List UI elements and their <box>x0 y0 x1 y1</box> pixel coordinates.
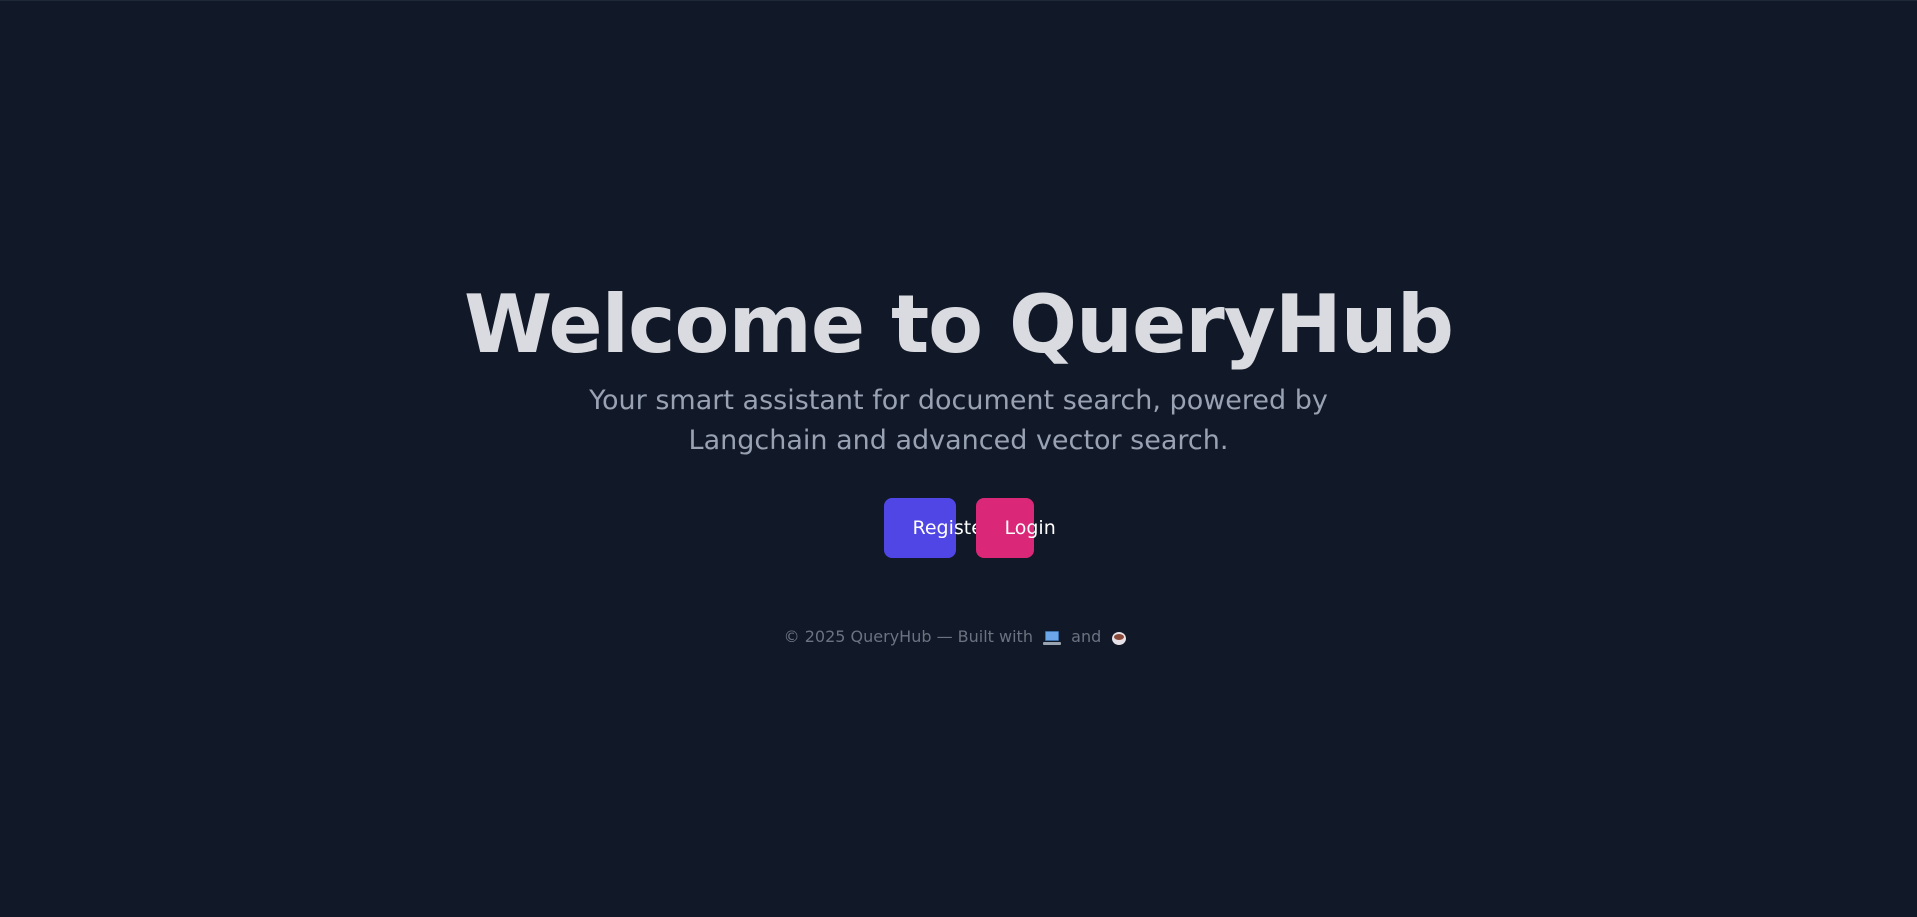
footer-joiner: and <box>1071 627 1102 646</box>
subtitle-line-1: Your smart assistant for document search… <box>589 385 1328 416</box>
coffee-icon <box>1111 629 1128 646</box>
hero-section: Welcome to QueryHub Your smart assistant… <box>0 269 1917 558</box>
login-button[interactable]: Login <box>975 498 1056 558</box>
page-subtitle: Your smart assistant for document search… <box>579 381 1339 461</box>
landing-page: Welcome to QueryHub Your smart assistant… <box>0 1 1917 917</box>
subtitle-line-2: Langchain and advanced vector search. <box>688 425 1229 456</box>
auth-buttons: Register Login <box>0 498 1917 558</box>
register-button[interactable]: Register <box>883 498 991 558</box>
page-title: Welcome to QueryHub <box>464 278 1454 371</box>
laptop-icon <box>1043 630 1062 645</box>
footer: © 2025 QueryHub — Built with and <box>0 625 1917 649</box>
footer-copyright: © 2025 QueryHub — Built with <box>783 627 1033 646</box>
